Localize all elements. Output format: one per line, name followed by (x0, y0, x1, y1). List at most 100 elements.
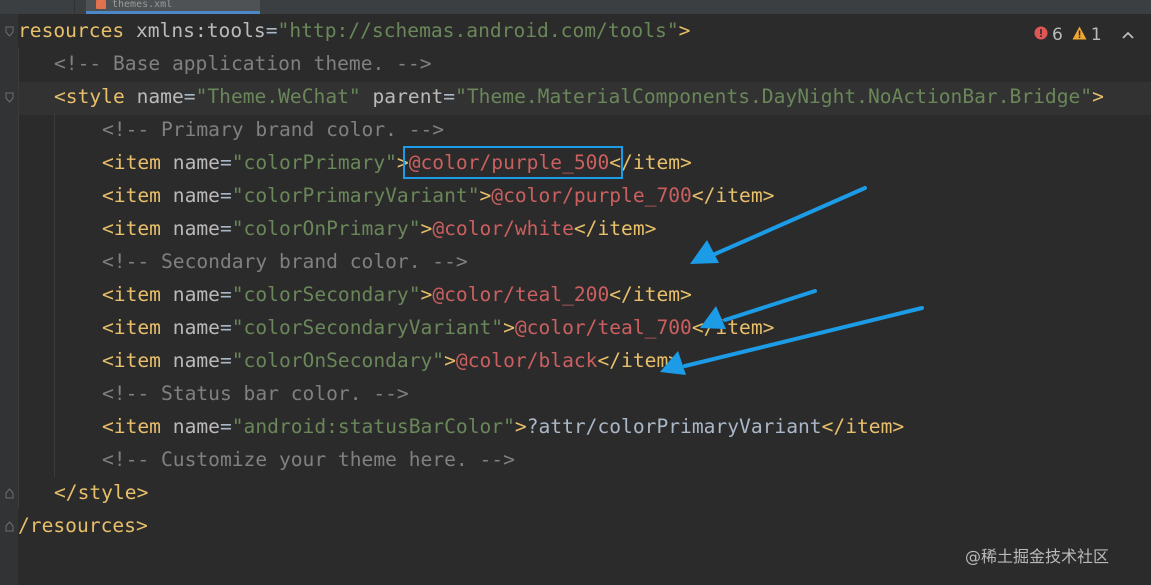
code-token-com: <!-- Primary brand color. --> (102, 118, 445, 141)
fold-collapse-icon[interactable] (5, 26, 14, 37)
code-token-tag: </item> (821, 415, 905, 438)
code-token-plain: ?attr/colorPrimaryVariant (526, 415, 822, 438)
code-token-plain: = (219, 283, 232, 306)
inspection-widget[interactable]: 6 1 (1034, 24, 1135, 46)
code-token-tag: <item (102, 151, 161, 174)
code-token-com: <!-- Customize your theme here. --> (102, 448, 515, 471)
code-token-tag: > (420, 283, 433, 306)
code-token-val: "android:statusBarColor" (231, 415, 515, 438)
code-line[interactable]: <item name="colorSecondaryVariant">@colo… (102, 311, 774, 344)
code-token-tag: </style> (54, 481, 149, 504)
code-line[interactable]: <!-- Secondary brand color. --> (102, 245, 468, 278)
code-line[interactable]: <!-- Customize your theme here. --> (102, 443, 515, 476)
code-token-ref: @color/teal_200 (432, 283, 610, 306)
code-token-attr: parent (372, 85, 444, 108)
code-token-tag: <item (102, 217, 161, 240)
code-line[interactable]: <item name="android:statusBarColor">?att… (102, 410, 904, 443)
code-token-attr: name (172, 283, 220, 306)
code-line[interactable]: <item name="colorOnPrimary">@color/white… (102, 212, 656, 245)
code-line[interactable]: <item name="colorPrimaryVariant">@color/… (102, 179, 774, 212)
watermark: @稀土掘金技术社区 (965, 547, 1110, 566)
code-token-com: <!-- Base application theme. --> (54, 52, 432, 75)
code-token-tag: > (678, 19, 691, 42)
chevron-up-icon[interactable] (1121, 25, 1135, 45)
tab-previous[interactable] (0, 0, 75, 14)
warning-count: 1 (1090, 25, 1102, 45)
highlight-box (403, 146, 623, 179)
code-line[interactable]: <item name="colorOnSecondary">@color/bla… (102, 344, 680, 377)
warning-icon (1072, 25, 1087, 45)
code-token-attr: name (172, 415, 220, 438)
code-token-val: "Theme.WeChat" (195, 85, 361, 108)
code-token-val: "colorPrimaryVariant" (231, 184, 480, 207)
code-token-tag: <item (102, 349, 161, 372)
code-token-val: "http://schemas.android.com/tools" (277, 19, 679, 42)
code-token-tag: /resources> (18, 514, 148, 537)
tab-themes-xml[interactable]: themes.xml (86, 0, 260, 14)
code-token-plain: = (265, 19, 278, 42)
code-token-tag: resources (18, 19, 125, 42)
code-token-tag: </item> (691, 316, 775, 339)
fold-collapse-icon[interactable] (5, 92, 14, 103)
code-line[interactable]: <!-- Primary brand color. --> (102, 113, 444, 146)
code-token-tag: > (1092, 85, 1104, 108)
fold-end-icon[interactable] (5, 488, 14, 499)
code-line[interactable]: resources xmlns:tools="http://schemas.an… (18, 14, 690, 47)
code-line[interactable]: <style name="Theme.WeChat" parent="Theme… (54, 80, 1104, 113)
code-token-tag: <style (54, 85, 125, 108)
code-token-plain: = (183, 85, 196, 108)
code-line[interactable]: </style> (54, 476, 148, 509)
tab-title: themes.xml (112, 0, 173, 9)
code-token-tag: </item> (691, 184, 775, 207)
code-token-val: "Theme.MaterialComponents.DayNight.NoAct… (455, 85, 1093, 108)
code-token-com: <!-- Status bar color. --> (102, 382, 409, 405)
code-token-plain: = (219, 316, 232, 339)
code-token-tag: <item (102, 316, 161, 339)
code-token-attr: name (172, 151, 220, 174)
error-count: 6 (1052, 25, 1063, 45)
code-token-ref: @color/black (455, 349, 598, 372)
code-token-val: "colorSecondary" (231, 283, 421, 306)
code-line[interactable]: <!-- Base application theme. --> (54, 47, 432, 80)
code-token-val: "colorOnPrimary" (231, 217, 421, 240)
code-token-tag: </item> (597, 349, 681, 372)
code-token-tag: > (420, 217, 433, 240)
code-token-tag: <item (102, 415, 161, 438)
code-line[interactable]: <!-- Status bar color. --> (102, 377, 409, 410)
fold-end-icon[interactable] (5, 521, 14, 532)
code-token-val: "colorPrimary" (231, 151, 397, 174)
code-token-ref: @color/purple_700 (491, 184, 692, 207)
code-token-plain: = (219, 184, 232, 207)
code-token-ref: @color/white (432, 217, 574, 240)
code-token-plain: = (219, 349, 232, 372)
code-token-val: "colorOnSecondary" (231, 349, 445, 372)
code-token-tag: </item> (573, 217, 657, 240)
code-token-attr: name (172, 217, 220, 240)
indent-guide (18, 47, 19, 509)
code-token-tag: </item> (609, 283, 692, 306)
code-token-com: <!-- Secondary brand color. --> (102, 250, 468, 273)
code-token-attr: name (172, 316, 220, 339)
code-token-attr: name (172, 349, 220, 372)
code-token-ref: @color/teal_700 (514, 316, 692, 339)
xml-file-icon (96, 0, 106, 9)
code-line[interactable]: <item name="colorSecondary">@color/teal_… (102, 278, 692, 311)
code-token-tag: <item (102, 283, 161, 306)
code-token-attr: name (136, 85, 184, 108)
code-line[interactable]: /resources> (18, 509, 148, 542)
code-token-plain: = (219, 151, 232, 174)
code-token-plain: = (443, 85, 456, 108)
indent-guide (54, 113, 55, 477)
editor-tab-bar: themes.xml (0, 0, 1151, 14)
code-token-attr: xmlns:tools (135, 19, 266, 42)
code-token-tag: > (514, 415, 527, 438)
